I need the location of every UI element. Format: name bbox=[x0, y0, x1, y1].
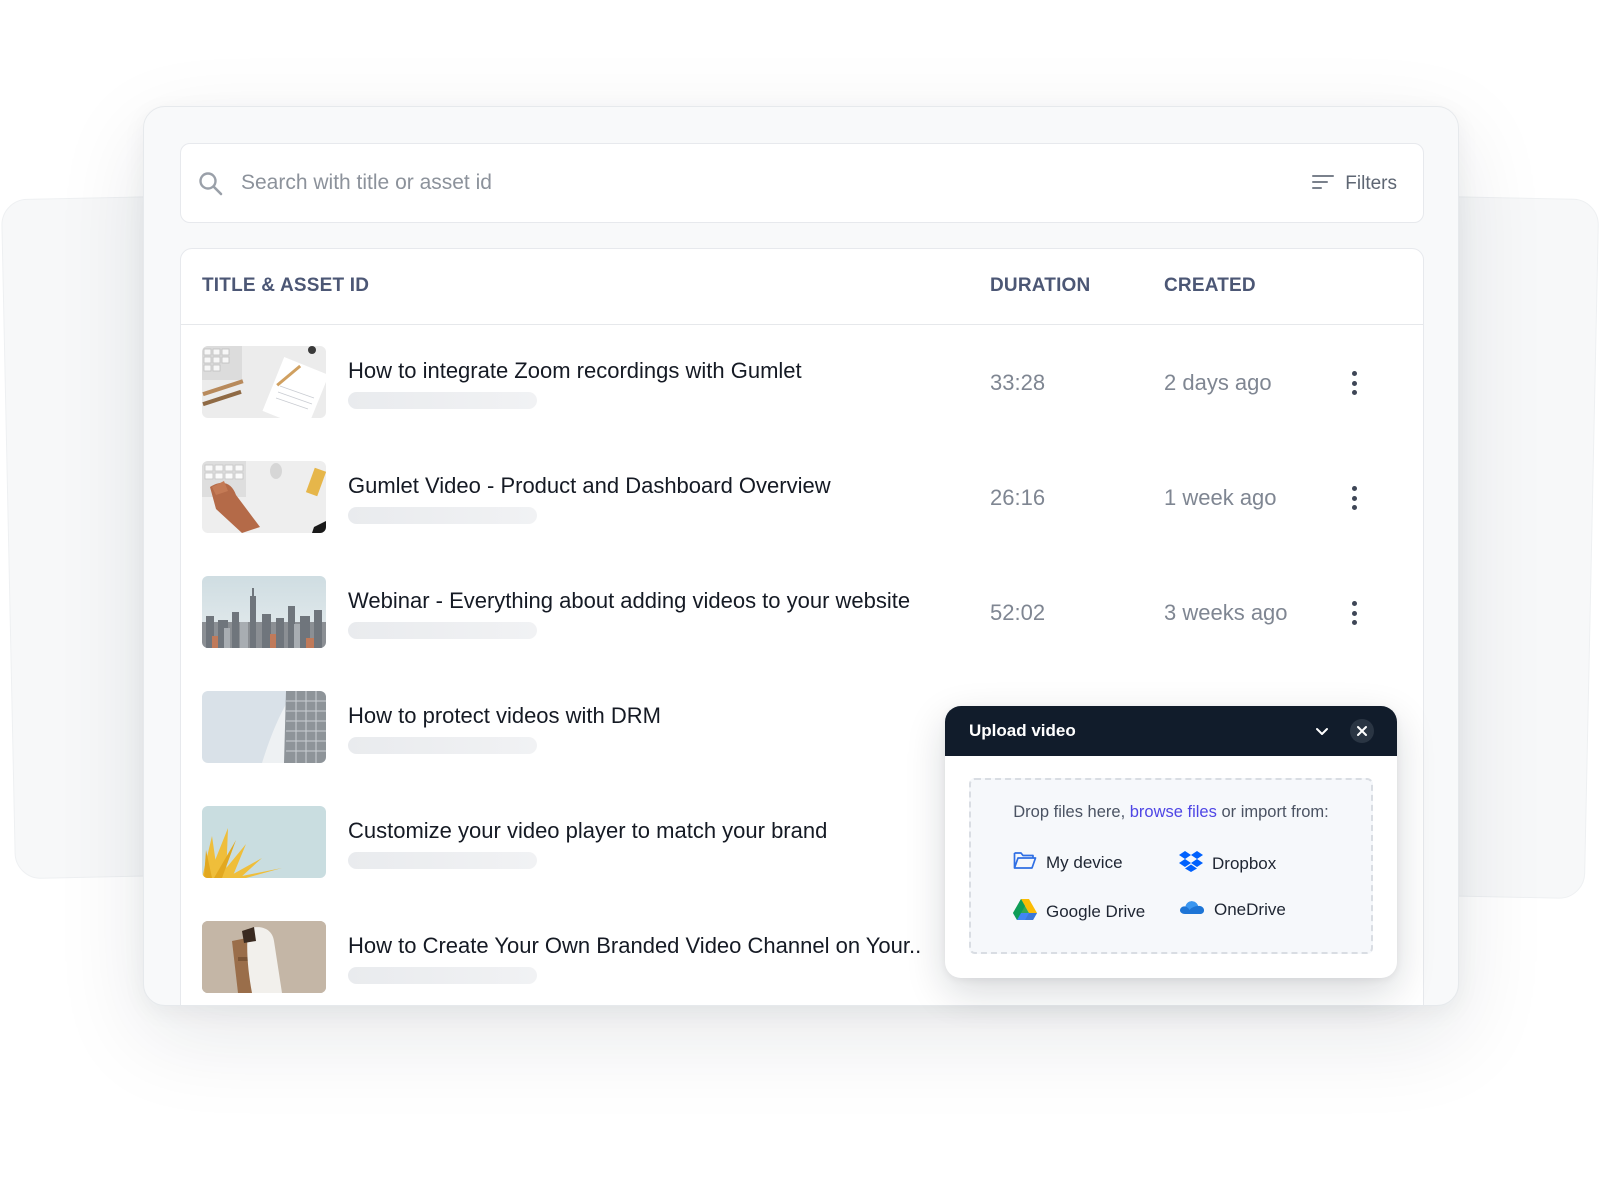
column-header-title[interactable]: TITLE & ASSET ID bbox=[202, 275, 369, 297]
filters-button[interactable]: Filters bbox=[1311, 170, 1397, 198]
table-row[interactable]: How to integrate Zoom recordings with Gu… bbox=[181, 325, 1423, 442]
source-label: Dropbox bbox=[1212, 853, 1277, 873]
video-created: 3 weeks ago bbox=[1164, 600, 1288, 625]
drop-prefix: Drop files here, bbox=[1013, 803, 1130, 821]
source-dropbox[interactable]: Dropbox bbox=[1179, 850, 1276, 877]
video-thumbnail[interactable] bbox=[202, 576, 326, 648]
file-drop-zone[interactable]: Drop files here, browse files or import … bbox=[969, 778, 1373, 954]
google-drive-icon bbox=[1013, 898, 1037, 925]
drop-suffix: or import from: bbox=[1216, 803, 1329, 821]
asset-id-placeholder bbox=[348, 622, 537, 639]
video-duration: 26:16 bbox=[990, 485, 1046, 510]
column-header-created[interactable]: CREATED bbox=[1164, 275, 1256, 297]
asset-id-placeholder bbox=[348, 392, 537, 409]
table-row[interactable]: Webinar - Everything about adding videos… bbox=[181, 555, 1423, 672]
source-google-drive[interactable]: Google Drive bbox=[1013, 898, 1145, 925]
search-input[interactable]: Search with title or asset id bbox=[241, 171, 492, 195]
folder-icon bbox=[1013, 850, 1037, 875]
source-my-device[interactable]: My device bbox=[1013, 850, 1123, 875]
drop-instructions: Drop files here, browse files or import … bbox=[971, 803, 1371, 822]
video-thumbnail[interactable] bbox=[202, 806, 326, 878]
search-bar[interactable]: Search with title or asset id Filters bbox=[180, 143, 1424, 223]
video-thumbnail[interactable] bbox=[202, 921, 326, 993]
video-title[interactable]: Gumlet Video - Product and Dashboard Ove… bbox=[348, 473, 831, 499]
asset-id-placeholder bbox=[348, 852, 537, 869]
source-onedrive[interactable]: OneDrive bbox=[1179, 898, 1286, 921]
source-label: My device bbox=[1046, 852, 1123, 872]
search-icon bbox=[197, 170, 225, 198]
source-label: Google Drive bbox=[1046, 901, 1146, 921]
row-menu-icon[interactable] bbox=[1347, 369, 1361, 397]
row-menu-icon[interactable] bbox=[1347, 484, 1361, 512]
video-thumbnail[interactable] bbox=[202, 461, 326, 533]
table-row[interactable]: Gumlet Video - Product and Dashboard Ove… bbox=[181, 440, 1423, 557]
video-thumbnail[interactable] bbox=[202, 691, 326, 763]
video-created: 2 days ago bbox=[1164, 370, 1272, 395]
video-thumbnail[interactable] bbox=[202, 346, 326, 418]
table-header: TITLE & ASSET ID DURATION CREATED bbox=[181, 249, 1423, 325]
column-header-duration[interactable]: DURATION bbox=[990, 275, 1090, 297]
video-title[interactable]: Webinar - Everything about adding videos… bbox=[348, 588, 910, 614]
close-icon[interactable] bbox=[1350, 719, 1374, 743]
video-created: 1 week ago bbox=[1164, 485, 1277, 510]
browse-files-link[interactable]: browse files bbox=[1130, 803, 1217, 821]
video-title[interactable]: How to Create Your Own Branded Video Cha… bbox=[348, 933, 921, 959]
dropbox-icon bbox=[1179, 850, 1203, 877]
chevron-down-icon[interactable] bbox=[1312, 721, 1332, 741]
asset-id-placeholder bbox=[348, 967, 537, 984]
onedrive-icon bbox=[1179, 898, 1205, 921]
upload-title: Upload video bbox=[969, 721, 1076, 740]
video-title[interactable]: Customize your video player to match you… bbox=[348, 818, 827, 844]
video-title[interactable]: How to integrate Zoom recordings with Gu… bbox=[348, 358, 802, 384]
video-title[interactable]: How to protect videos with DRM bbox=[348, 703, 661, 729]
video-duration: 52:02 bbox=[990, 600, 1046, 625]
row-menu-icon[interactable] bbox=[1347, 599, 1361, 627]
source-label: OneDrive bbox=[1214, 899, 1286, 919]
upload-header: Upload video bbox=[945, 706, 1397, 756]
upload-video-panel: Upload video Drop files here, browse fil… bbox=[945, 706, 1397, 978]
asset-id-placeholder bbox=[348, 507, 537, 524]
filter-icon bbox=[1311, 173, 1335, 196]
filters-label: Filters bbox=[1345, 173, 1397, 194]
asset-id-placeholder bbox=[348, 737, 537, 754]
video-duration: 33:28 bbox=[990, 370, 1046, 395]
